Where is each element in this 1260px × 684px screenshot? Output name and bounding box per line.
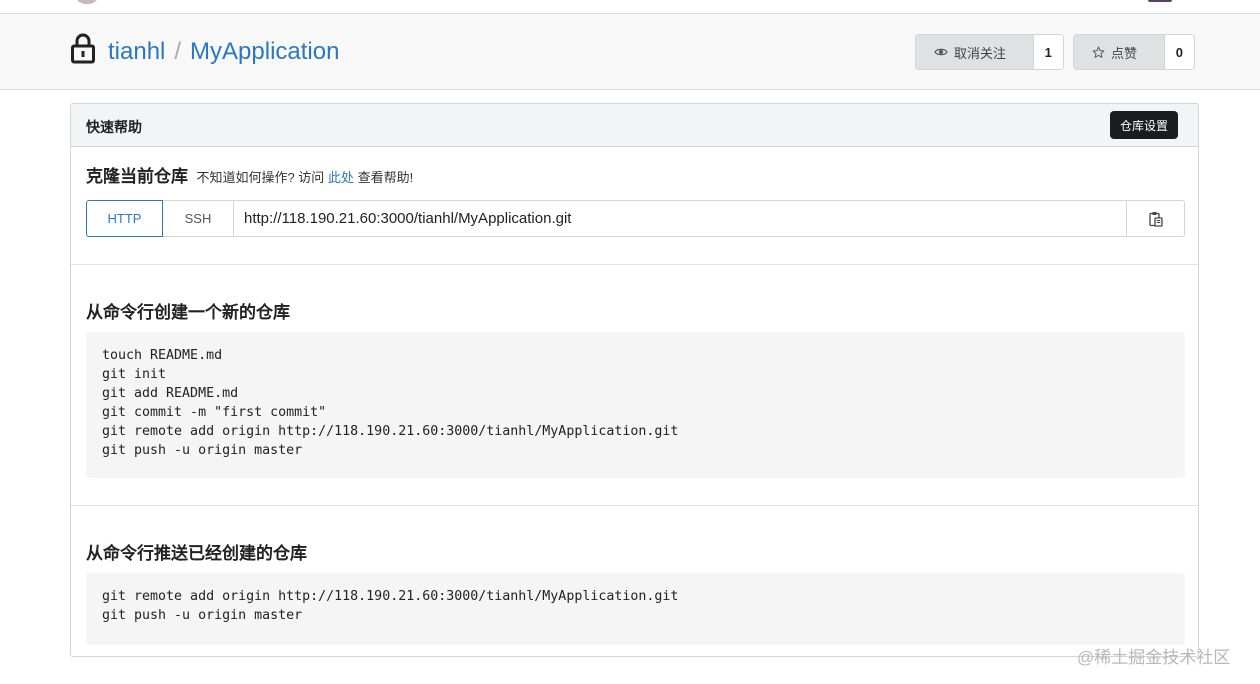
push-repo-title: 从命令行推送已经创建的仓库 bbox=[86, 544, 307, 563]
clipboard-icon bbox=[1148, 211, 1163, 227]
lock-icon bbox=[71, 33, 95, 64]
top-nav bbox=[0, 0, 1260, 14]
push-repo-section: 从命令行推送已经创建的仓库 git remote add origin http… bbox=[71, 507, 1198, 656]
code-line: git remote add origin http://118.190.21.… bbox=[102, 424, 679, 439]
code-line: git add README.md bbox=[102, 386, 239, 401]
eye-icon bbox=[934, 48, 948, 56]
new-repo-section: 从命令行创建一个新的仓库 touch README.md git init git … bbox=[71, 266, 1198, 506]
star-outline-icon bbox=[1092, 46, 1105, 58]
clone-title: 克隆当前仓库 bbox=[86, 167, 188, 186]
repo-owner-link[interactable]: tianhl bbox=[108, 38, 165, 65]
repo-name-link[interactable]: MyApplication bbox=[190, 38, 339, 65]
code-line: git remote add origin http://118.190.21.… bbox=[102, 589, 679, 604]
clone-hint: 不知道如何操作? 访问 此处 查看帮助! bbox=[196, 170, 413, 185]
new-repo-code-block: touch README.md git init git add README.md… bbox=[86, 332, 1185, 478]
star-label: 点赞 bbox=[1111, 45, 1138, 61]
repo-header: tianhl / MyApplication 取消关注 1 点赞 0 bbox=[0, 14, 1260, 90]
clone-hint-prefix: 不知道如何操作? 访问 bbox=[196, 170, 325, 185]
push-repo-code-block: git remote add origin http://118.190.21.… bbox=[86, 573, 1185, 645]
watermark: @稀土掘金技术社区 bbox=[1077, 648, 1231, 667]
repo-settings-button[interactable]: 仓库设置 bbox=[1109, 111, 1178, 139]
star-button-group: 点赞 0 bbox=[1073, 34, 1195, 70]
code-line: touch README.md bbox=[102, 348, 223, 363]
quick-help-panel: 快速帮助 仓库设置 克隆当前仓库 不知道如何操作? 访问 此处 查看帮助! HT… bbox=[70, 103, 1199, 657]
logo[interactable] bbox=[74, 0, 100, 4]
new-repo-title: 从命令行创建一个新的仓库 bbox=[86, 303, 290, 322]
repo-separator: / bbox=[174, 38, 182, 65]
ssh-protocol-button[interactable]: SSH bbox=[163, 200, 234, 237]
copy-url-button[interactable] bbox=[1127, 200, 1185, 237]
http-protocol-button[interactable]: HTTP bbox=[86, 200, 163, 237]
watchers-count[interactable]: 1 bbox=[1032, 35, 1063, 69]
clone-section: 克隆当前仓库 不知道如何操作? 访问 此处 查看帮助! HTTP SSH htt… bbox=[71, 148, 1198, 265]
star-button[interactable]: 点赞 bbox=[1074, 35, 1164, 69]
code-line: git init bbox=[102, 367, 167, 382]
clone-url-bar: HTTP SSH http://118.190.21.60:3000/tianh… bbox=[86, 200, 1185, 237]
user-avatar[interactable] bbox=[1148, 0, 1172, 2]
clone-url-input[interactable]: http://118.190.21.60:3000/tianhl/MyAppli… bbox=[234, 200, 1127, 237]
panel-title: 快速帮助 bbox=[86, 119, 142, 135]
unwatch-label: 取消关注 bbox=[954, 45, 1007, 61]
code-line: git push -u origin master bbox=[102, 608, 303, 623]
clone-heading: 克隆当前仓库 不知道如何操作? 访问 此处 查看帮助! bbox=[86, 162, 413, 187]
code-line: git commit -m "first commit" bbox=[102, 405, 327, 420]
repo-title: tianhl / MyApplication bbox=[108, 36, 339, 68]
clone-hint-suffix: 查看帮助! bbox=[357, 170, 414, 185]
unwatch-button[interactable]: 取消关注 bbox=[916, 35, 1033, 69]
stars-count[interactable]: 0 bbox=[1163, 35, 1194, 69]
help-link[interactable]: 此处 bbox=[328, 170, 354, 185]
panel-header: 快速帮助 仓库设置 bbox=[71, 104, 1198, 147]
code-line: git push -u origin master bbox=[102, 443, 303, 458]
watch-button-group: 取消关注 1 bbox=[915, 34, 1064, 70]
